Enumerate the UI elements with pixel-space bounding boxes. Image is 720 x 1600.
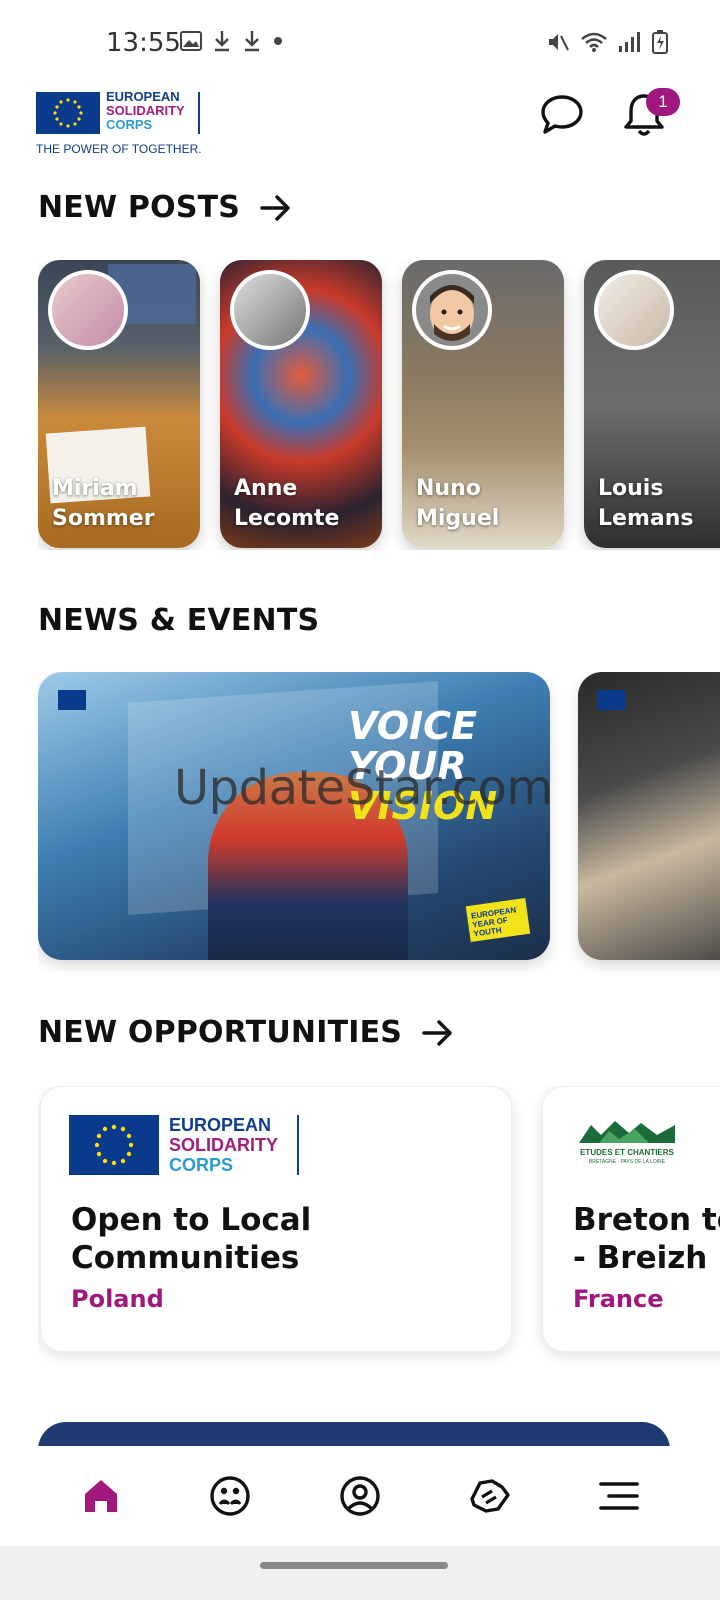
cartoon-face-icon	[416, 274, 488, 346]
post-author-name: Louis Lemans	[598, 476, 694, 531]
org-line-2: SOLIDARITY	[169, 1135, 279, 1155]
news-carousel[interactable]: VOICE YOUR VISION EUROPEAN YEAR OF YOUTH	[38, 672, 720, 972]
home-gesture-handle[interactable]	[260, 1562, 448, 1569]
nav-community[interactable]	[200, 1466, 260, 1526]
post-author-name: Nuno Miguel	[416, 476, 500, 531]
watermark-text: UpdateStar.com	[174, 760, 553, 816]
wifi-icon	[581, 32, 607, 52]
nav-home[interactable]	[71, 1466, 131, 1526]
avatar	[230, 270, 310, 350]
avatar	[594, 270, 674, 350]
system-gesture-bar	[0, 1546, 720, 1600]
logo-divider	[198, 92, 200, 134]
european-year-of-youth-badge: EUROPEAN YEAR OF YOUTH	[465, 898, 531, 942]
opportunity-title: Open to Local Communities	[71, 1202, 312, 1276]
post-card[interactable]: Louis Lemans	[584, 260, 720, 548]
org-logo: EUROPEAN SOLIDARITY CORPS	[69, 1115, 309, 1177]
community-icon	[210, 1476, 251, 1516]
post-card[interactable]: Nuno Miguel	[402, 260, 564, 548]
eu-flag-icon	[58, 690, 86, 710]
logo-wordmark: EUROPEAN SOLIDARITY CORPS	[106, 90, 185, 132]
logo-line-1: EUROPEAN	[106, 89, 180, 104]
battery-icon	[652, 30, 668, 54]
bottom-navigation	[0, 1446, 720, 1546]
arrow-right-icon	[422, 1019, 452, 1046]
eu-flag-icon	[36, 92, 100, 134]
new-posts-heading[interactable]: NEW POSTS	[38, 190, 292, 225]
handshake-icon	[469, 1479, 510, 1513]
signal-icon	[619, 32, 640, 52]
opportunity-title: Breton te - Breizh	[573, 1202, 720, 1276]
post-card[interactable]: Miriam Sommer	[38, 260, 200, 548]
eu-flag-icon	[69, 1115, 159, 1175]
avatar	[412, 270, 492, 350]
new-opportunities-heading[interactable]: NEW OPPORTUNITIES	[38, 1015, 454, 1050]
notification-badge: 1	[646, 88, 680, 116]
org-line-2: BRETAGNE · PAYS DE LA LOIRE	[588, 1159, 666, 1165]
download-icon	[215, 31, 229, 52]
chat-bubble-icon	[541, 95, 583, 134]
logo-line-2: SOLIDARITY	[106, 103, 185, 118]
org-logo-divider	[297, 1115, 299, 1175]
status-notification-icons	[180, 30, 284, 52]
news-events-title: NEWS & EVENTS	[38, 603, 320, 638]
org-line-3: CORPS	[169, 1155, 234, 1175]
nav-menu[interactable]	[589, 1466, 649, 1526]
post-card[interactable]: Anne Lecomte	[220, 260, 382, 548]
news-headline-line-1: VOICE	[348, 704, 478, 748]
mute-icon	[549, 34, 569, 51]
notifications-button[interactable]: 1	[622, 88, 680, 140]
avatar	[48, 270, 128, 350]
nav-opportunities[interactable]	[460, 1466, 520, 1526]
opportunities-carousel[interactable]: EUROPEAN SOLIDARITY CORPS Open to Local …	[38, 1086, 720, 1366]
profile-icon	[340, 1476, 380, 1516]
esc-logo[interactable]: EUROPEAN SOLIDARITY CORPS THE POWER OF T…	[36, 88, 206, 158]
logo-tagline: THE POWER OF TOGETHER.	[36, 142, 202, 156]
eu-flag-icon	[598, 690, 626, 710]
download-icon	[245, 31, 259, 52]
opportunity-country: Poland	[71, 1285, 164, 1313]
etudes-chantiers-logo-icon	[579, 1121, 675, 1143]
dot-icon	[274, 37, 282, 45]
new-posts-title: NEW POSTS	[38, 190, 241, 225]
status-bar: 13:55	[0, 0, 720, 84]
status-time: 13:55	[106, 28, 181, 58]
logo-line-3: CORPS	[106, 117, 153, 132]
news-card[interactable]: VOICE YOUR VISION EUROPEAN YEAR OF YOUTH	[38, 672, 550, 960]
menu-icon	[599, 1482, 639, 1510]
app-header: EUROPEAN SOLIDARITY CORPS THE POWER OF T…	[0, 84, 720, 174]
post-author-name: Miriam Sommer	[52, 476, 155, 531]
new-opportunities-title: NEW OPPORTUNITIES	[38, 1015, 403, 1050]
home-icon	[84, 1480, 117, 1512]
image-icon	[180, 31, 202, 51]
org-logo: ETUDES ET CHANTIERS BRETAGNE · PAYS DE L…	[579, 1119, 679, 1169]
news-card[interactable]	[578, 672, 720, 960]
chat-button[interactable]	[540, 92, 584, 136]
arrow-right-icon	[260, 194, 290, 221]
post-author-name: Anne Lecomte	[234, 476, 340, 531]
opportunity-country: France	[573, 1285, 664, 1313]
status-system-icons	[546, 30, 668, 54]
opportunity-card[interactable]: EUROPEAN SOLIDARITY CORPS Open to Local …	[40, 1086, 512, 1352]
nav-profile[interactable]	[330, 1466, 390, 1526]
news-events-heading: NEWS & EVENTS	[38, 603, 319, 638]
org-line-1: EUROPEAN	[169, 1115, 272, 1135]
org-line-1: ETUDES ET CHANTIERS	[580, 1148, 674, 1157]
posts-carousel[interactable]: Miriam Sommer Anne Lecomte Nuno Miguel L…	[38, 260, 720, 550]
org-wordmark: EUROPEAN SOLIDARITY CORPS	[169, 1115, 278, 1175]
opportunity-card[interactable]: ETUDES ET CHANTIERS BRETAGNE · PAYS DE L…	[542, 1086, 720, 1352]
